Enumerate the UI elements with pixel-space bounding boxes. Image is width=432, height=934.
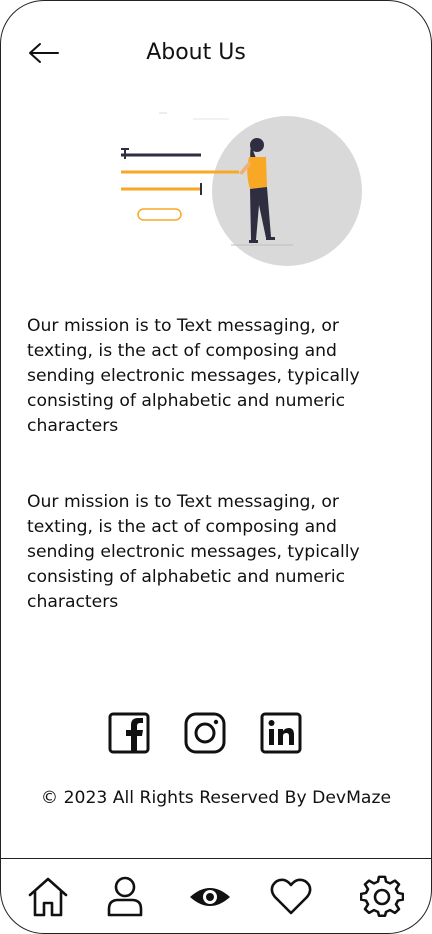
tab-about[interactable] — [188, 875, 232, 919]
woman-presenting-illustration — [121, 112, 362, 266]
page-title: About Us — [146, 40, 246, 65]
facebook-icon — [108, 712, 150, 754]
home-icon — [28, 877, 68, 917]
header: About Us — [1, 31, 431, 75]
tab-settings[interactable] — [359, 875, 405, 919]
eye-icon — [190, 888, 230, 906]
mission-paragraph: Our mission is to Text messaging, or tex… — [27, 316, 360, 436]
facebook-link[interactable] — [107, 711, 151, 755]
phone-frame: About Us Our mission is to Text messagin… — [0, 0, 432, 934]
bottom-tab-bar — [1, 858, 431, 933]
gear-icon — [359, 875, 405, 917]
instagram-icon — [184, 712, 226, 754]
user-icon — [107, 876, 143, 917]
heart-icon — [270, 878, 312, 915]
tab-profile[interactable] — [103, 875, 147, 919]
copyright-text: © 2023 All Rights Reserved By DevMaze — [40, 788, 392, 808]
instagram-link[interactable] — [183, 711, 227, 755]
social-links — [1, 711, 431, 755]
linkedin-icon — [260, 712, 302, 754]
linkedin-link[interactable] — [259, 711, 303, 755]
mission-paragraph: Our mission is to Text messaging, or tex… — [27, 492, 360, 612]
tab-home[interactable] — [26, 875, 70, 919]
tab-favorites[interactable] — [269, 875, 313, 919]
